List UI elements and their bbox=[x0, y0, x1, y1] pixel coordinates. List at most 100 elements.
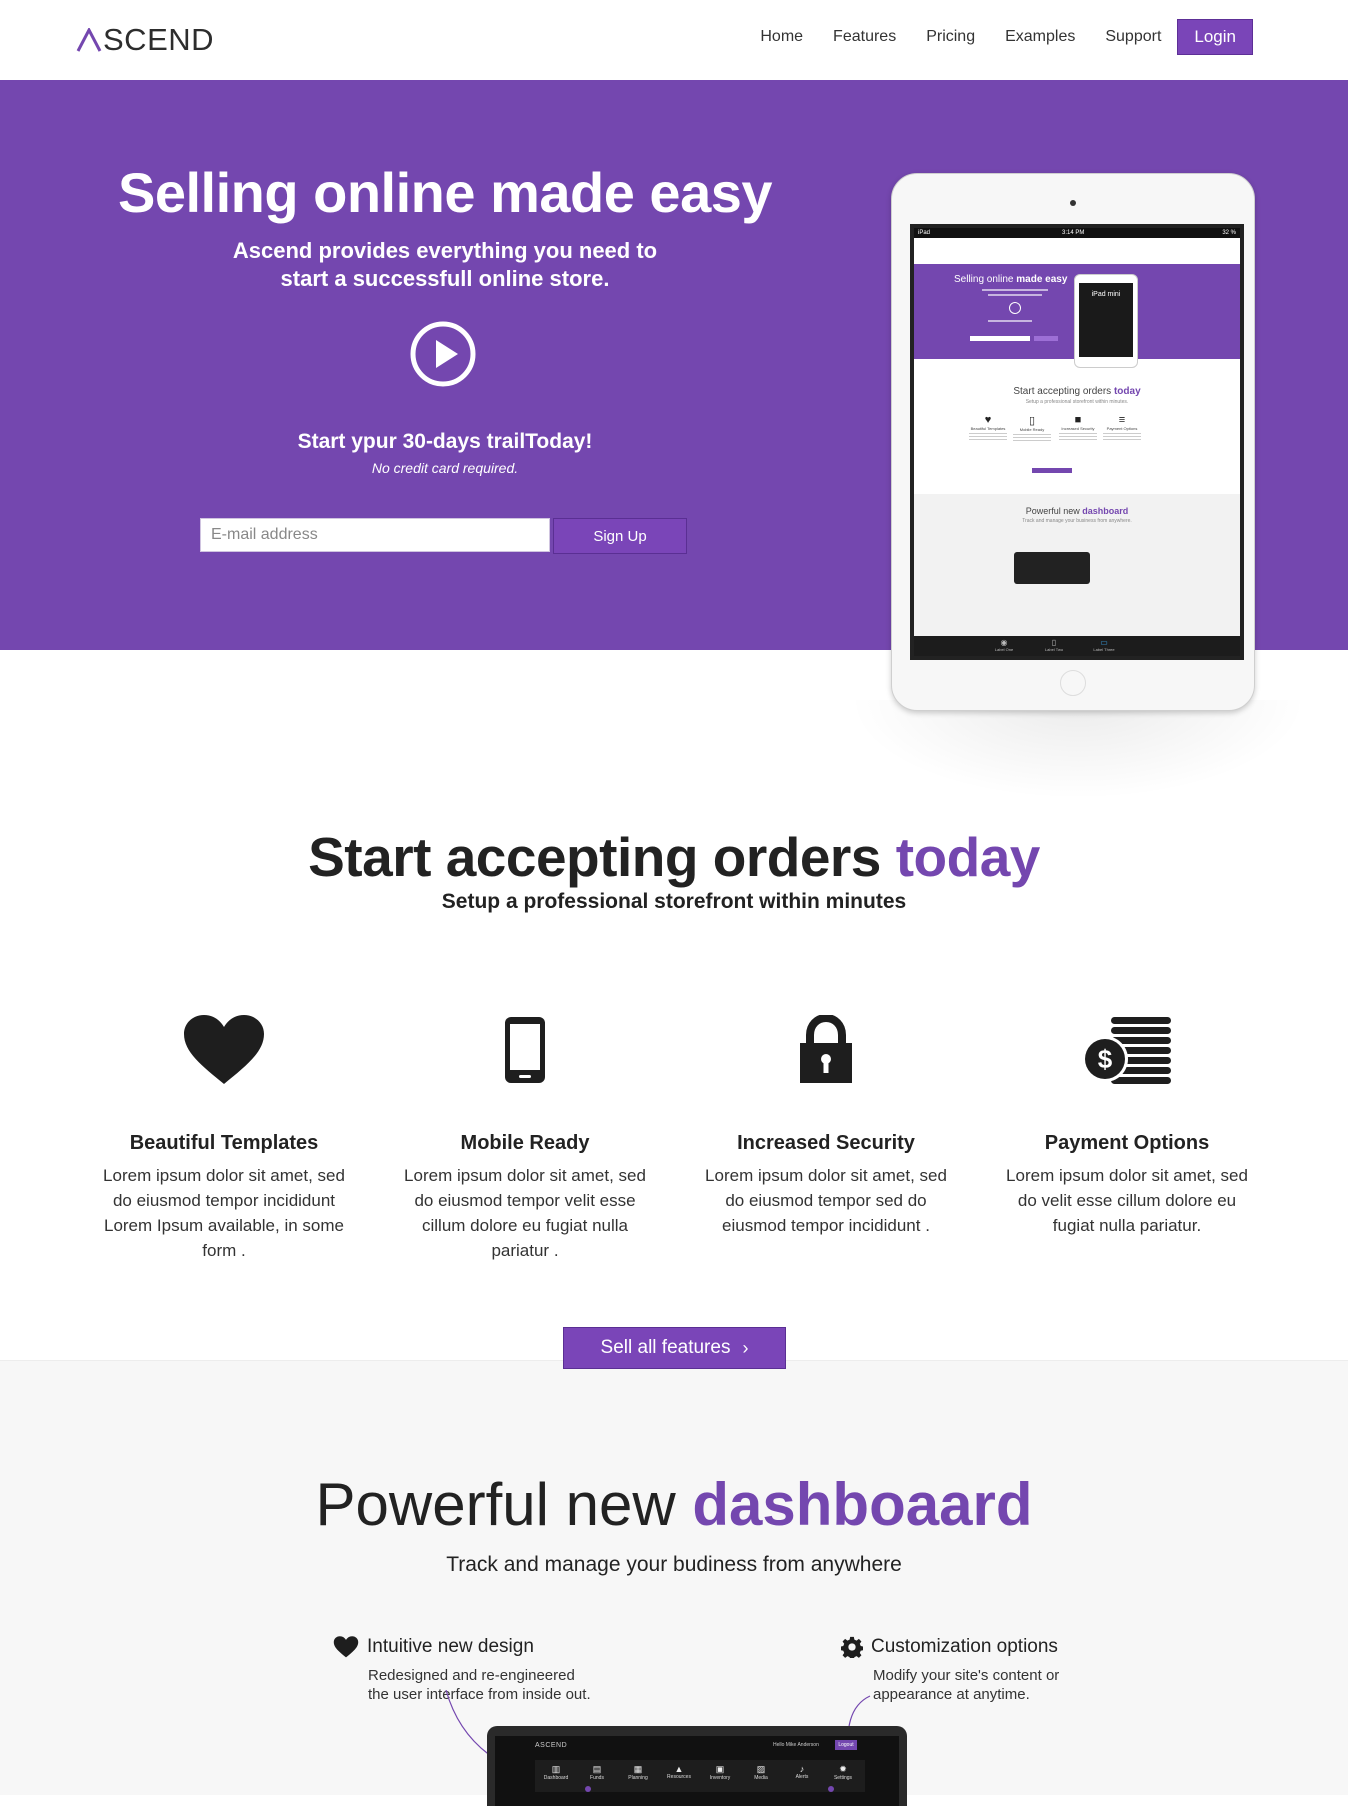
lock-icon bbox=[800, 1015, 852, 1083]
feature-description: Lorem ipsum dolor sit amet, sed do velit… bbox=[1006, 1166, 1248, 1235]
mobile-icon: ▯ bbox=[1028, 415, 1036, 427]
ipad-camera bbox=[1070, 200, 1076, 206]
feature-name: Mobile Ready bbox=[460, 1132, 590, 1154]
gear-icon bbox=[841, 1636, 863, 1658]
coins-icon: ≡ bbox=[1118, 414, 1126, 426]
trial-title: Start ypur 30-days trailToday! bbox=[297, 430, 593, 453]
calendar-icon: ▦ bbox=[633, 1764, 643, 1774]
laptop-nav-label: Alerts bbox=[795, 1774, 809, 1780]
ipad-home-button bbox=[1060, 670, 1086, 696]
play-video-button[interactable] bbox=[409, 320, 477, 388]
nav-pricing[interactable]: Pricing bbox=[926, 19, 975, 55]
dashboard-title-text: Powerful new bbox=[315, 1471, 693, 1538]
trial-note: No credit card required. bbox=[371, 460, 519, 476]
orders-title: Start accepting orders today bbox=[0, 825, 1348, 889]
nav-support[interactable]: Support bbox=[1105, 19, 1161, 55]
mini-ipad: iPad mini bbox=[1074, 274, 1138, 368]
laptop-nav-label: Funds bbox=[590, 1775, 604, 1781]
hero-subtitle-line: start a successfull online store. bbox=[280, 266, 610, 291]
feature-mobile-ready: Mobile Ready Lorem ipsum dolor sit amet,… bbox=[395, 1010, 655, 1263]
laptop-logout-button: Logout bbox=[835, 1740, 857, 1750]
laptop-nav-label: Settings bbox=[833, 1775, 853, 1781]
ipad-mockup: iPad 3:14 PM 32 % Selling online made ea… bbox=[891, 173, 1255, 711]
callout-title: Customization options bbox=[871, 1636, 1058, 1657]
status-time: 3:14 PM bbox=[1062, 230, 1085, 236]
mini-feature-name: Payment Options bbox=[1106, 426, 1138, 431]
mobile-icon bbox=[505, 1017, 545, 1083]
lock-icon: ■ bbox=[1074, 414, 1082, 426]
feature-name: Payment Options bbox=[1044, 1132, 1210, 1154]
mini-section-accent: today bbox=[1113, 386, 1141, 397]
mini-feature-name: Beautiful Templates bbox=[970, 426, 1006, 431]
main-nav: Home Features Pricing Examples Support L… bbox=[760, 19, 1253, 55]
see-all-features-button[interactable]: Sell all features › bbox=[563, 1327, 786, 1369]
logo[interactable]: SCEND bbox=[76, 22, 214, 58]
orders-title-text: Start accepting orders bbox=[308, 826, 896, 888]
mini-feature-name: Increased Security bbox=[1061, 426, 1095, 431]
logo-a-icon bbox=[76, 28, 102, 52]
mini-tab-label: Label One bbox=[994, 647, 1014, 652]
mini-dash-accent: dashboard bbox=[1082, 506, 1129, 516]
laptop-nav-label: Resources bbox=[667, 1774, 691, 1780]
mini-device-label: iPad mini bbox=[1091, 291, 1121, 298]
mini-hero-title: Selling online bbox=[954, 274, 1017, 285]
feature-description: Lorem ipsum dolor sit amet, sed do eiusm… bbox=[404, 1166, 646, 1260]
dashboard-icon: ▥ bbox=[551, 1764, 561, 1774]
inventory-icon: ▣ bbox=[715, 1764, 725, 1774]
ipad-reflection bbox=[848, 700, 1308, 800]
settings-icon: ✹ bbox=[839, 1764, 847, 1774]
heart-icon bbox=[333, 1636, 359, 1658]
mini-tab-bar: ◉ Label One ▯ Label Two ▭ Label Three bbox=[914, 636, 1240, 656]
callout-description: appearance at anytime. bbox=[873, 1686, 1030, 1703]
dashboard-title-accent: dashboaard bbox=[692, 1471, 1033, 1538]
wallet-icon: ▤ bbox=[592, 1764, 602, 1774]
mini-play-icon bbox=[1009, 302, 1021, 314]
laptop-mockup: ASCEND Hello Mike Anderson Logout ▥ Dashb… bbox=[487, 1726, 907, 1806]
coins-icon: $ bbox=[1082, 1017, 1171, 1084]
signup-button[interactable]: Sign Up bbox=[553, 518, 687, 554]
email-input[interactable] bbox=[200, 518, 550, 552]
status-bar: iPad 3:14 PM 32 % bbox=[914, 228, 1240, 238]
mini-hero: Selling online made easy iPad mini bbox=[914, 264, 1240, 368]
callout-description: Modify your site's content or bbox=[873, 1667, 1060, 1684]
feature-increased-security: Increased Security Lorem ipsum dolor sit… bbox=[696, 1010, 956, 1238]
heart-icon bbox=[184, 1015, 264, 1084]
mini-section-subtitle: Setup a professional storefront within m… bbox=[1025, 399, 1129, 405]
media-icon: ▨ bbox=[756, 1764, 766, 1774]
feature-name: Beautiful Templates bbox=[129, 1132, 319, 1154]
site-header: SCEND Home Features Pricing Examples Sup… bbox=[0, 0, 1348, 80]
callout-title: Intuitive new design bbox=[367, 1636, 534, 1657]
mini-section-title: Start accepting orders bbox=[1013, 386, 1114, 397]
dashboard-subtitle: Track and manage your budiness from anyw… bbox=[446, 1553, 902, 1576]
bell-icon: ♪ bbox=[799, 1764, 805, 1774]
feature-name: Increased Security bbox=[737, 1132, 915, 1154]
flask-icon: ▲ bbox=[674, 1764, 684, 1774]
feature-description: Lorem ipsum dolor sit amet, sed do eiusm… bbox=[705, 1166, 947, 1235]
orders-subtitle: Setup a professional storefront within m… bbox=[441, 890, 907, 913]
heart-icon: ♥ bbox=[984, 414, 992, 426]
mini-dashboard: Powerful new dashboard Track and manage … bbox=[914, 494, 1240, 644]
login-button[interactable]: Login bbox=[1177, 19, 1253, 55]
nav-examples[interactable]: Examples bbox=[1005, 19, 1075, 55]
laptop-nav-label: Dashboard bbox=[543, 1775, 569, 1781]
laptop-nav-label: Inventory bbox=[709, 1775, 731, 1781]
dashboard-title: Powerful new dashboaard bbox=[0, 1470, 1348, 1539]
mini-dash-title: Powerful new bbox=[1025, 506, 1083, 516]
callout-description: Redesigned and re-engineered bbox=[368, 1667, 575, 1684]
monitor-icon: ▭ bbox=[1100, 638, 1108, 647]
callout-marker bbox=[828, 1786, 834, 1792]
feature-payment-options: $ Payment Options Lorem ipsum dolor sit … bbox=[997, 1010, 1257, 1238]
mini-feature-name: Mobile Ready bbox=[1019, 427, 1045, 432]
hero-title: Selling online made easy bbox=[117, 161, 773, 224]
nav-home[interactable]: Home bbox=[760, 19, 803, 55]
mini-dash-subtitle: Track and manage your business from anyw… bbox=[1022, 518, 1132, 524]
hero-subtitle-line: Ascend provides everything you need to bbox=[232, 238, 658, 263]
laptop-logo: ASCEND bbox=[535, 1742, 568, 1749]
laptop-nav-label: Media bbox=[754, 1775, 768, 1781]
laptop-user-greeting: Hello Mike Anderson bbox=[773, 1742, 819, 1748]
mini-tab-label: Label Three bbox=[1093, 647, 1115, 652]
svg-text:$: $ bbox=[1098, 1044, 1113, 1074]
mini-tab-label: Label Two bbox=[1044, 647, 1064, 652]
nav-features[interactable]: Features bbox=[833, 19, 896, 55]
status-battery: 32 % bbox=[1222, 230, 1236, 236]
